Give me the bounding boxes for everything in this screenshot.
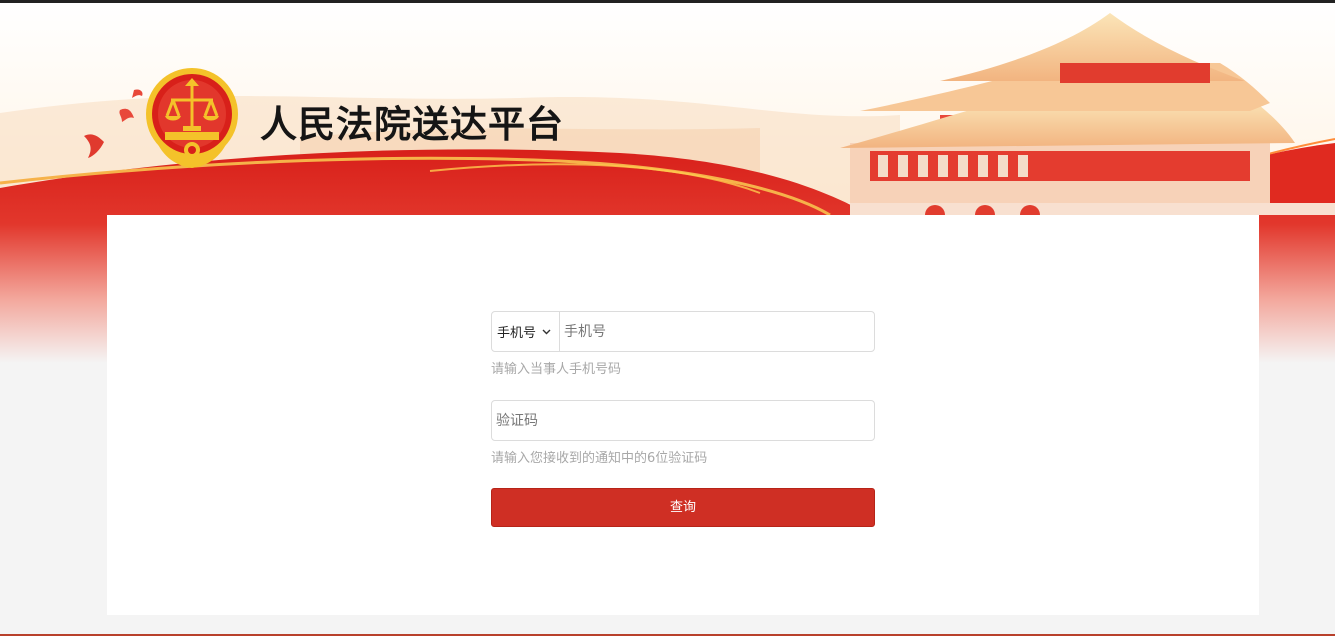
query-button[interactable]: 查询	[491, 488, 875, 527]
chevron-down-icon	[542, 325, 551, 338]
phone-hint: 请输入当事人手机号码	[491, 362, 622, 377]
id-type-select[interactable]: 手机号	[492, 312, 560, 351]
site-title: 人民法院送达平台	[260, 103, 564, 146]
phone-field: 手机号	[491, 311, 875, 352]
phone-input[interactable]	[560, 313, 874, 350]
id-type-selected: 手机号	[497, 326, 537, 341]
code-field	[491, 400, 875, 441]
page: 人民法院送达平台 手机号 请输入当事人手机号码 请输入您接收到的通知中的6位验证…	[0, 0, 1335, 636]
query-form: 手机号 请输入当事人手机号码 请输入您接收到的通知中的6位验证码 查询	[491, 311, 875, 527]
code-hint: 请输入您接收到的通知中的6位验证码	[491, 451, 708, 466]
verification-code-input[interactable]	[492, 402, 874, 439]
court-emblem-icon	[146, 68, 238, 168]
doves-icon	[84, 89, 143, 158]
